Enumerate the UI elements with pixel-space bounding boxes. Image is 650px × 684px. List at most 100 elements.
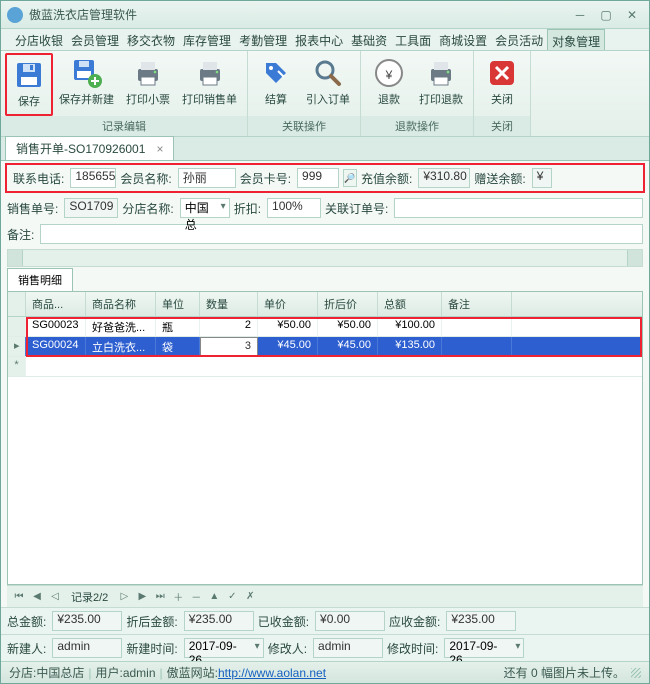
table-row[interactable]: ▸SG00024立白洗衣...袋3¥45.00¥45.00¥135.00	[8, 337, 642, 357]
cell-qty[interactable]: 3	[200, 337, 258, 356]
close-button[interactable]: 关闭	[478, 53, 526, 116]
print-ticket-button[interactable]: 打印小票	[120, 53, 176, 116]
cell-unit[interactable]: 瓶	[156, 317, 200, 336]
grid-column-header[interactable]: 商品...	[26, 292, 86, 316]
printer-icon	[425, 57, 457, 89]
pager-last-button[interactable]: ⏭	[152, 589, 168, 605]
card-input[interactable]: 999	[297, 168, 339, 188]
cell-total[interactable]: ¥100.00	[378, 317, 442, 336]
grid-column-header[interactable]: 商品名称	[86, 292, 156, 316]
save-new-button[interactable]: 保存并新建	[53, 53, 120, 116]
row-selector[interactable]: ▸	[8, 337, 26, 356]
horizontal-scrollbar[interactable]	[7, 249, 643, 267]
menu-item[interactable]: 考勤管理	[235, 29, 291, 50]
menu-item[interactable]: 会员管理	[67, 29, 123, 50]
menu-item[interactable]: 报表中心	[291, 29, 347, 50]
menu-item[interactable]: 基础资	[347, 29, 391, 50]
cell-remark[interactable]	[442, 337, 512, 356]
grid-column-header[interactable]: 数量	[200, 292, 258, 316]
order-label: 销售单号:	[7, 200, 58, 217]
name-input[interactable]: 孙丽	[178, 168, 236, 188]
pager: ⏮ ◀ ◁ 记录2/2 ▷ ▶ ⏭ ＋ － ▲ ✓ ✗	[7, 585, 643, 607]
remark-row: 备注:	[1, 221, 649, 247]
grid-column-header[interactable]: 单价	[258, 292, 318, 316]
detail-tab[interactable]: 销售明细	[7, 268, 73, 291]
close-window-button[interactable]: ✕	[621, 6, 643, 24]
row-selector[interactable]: *	[8, 357, 26, 376]
discount-input[interactable]: 100%	[267, 198, 321, 218]
pager-next-page-button[interactable]: ▷	[116, 589, 132, 605]
menu-item[interactable]: 工具面	[391, 29, 435, 50]
menu-item[interactable]: 对象管理	[547, 29, 605, 50]
cell-total[interactable]: ¥135.00	[378, 337, 442, 356]
phone-input[interactable]: 185655	[70, 168, 116, 188]
cell-price[interactable]: ¥45.00	[258, 337, 318, 356]
ribbon-group-label: 关联操作	[248, 116, 360, 136]
settle-button[interactable]: 结算	[252, 53, 300, 116]
doc-tab-close-icon[interactable]: ×	[156, 142, 163, 156]
save-button[interactable]: 保存	[5, 53, 53, 116]
menu-item[interactable]: 库存管理	[179, 29, 235, 50]
cell-code[interactable]: SG00023	[26, 317, 86, 336]
refund-button[interactable]: ¥退款	[365, 53, 413, 116]
remark-label: 备注:	[7, 226, 34, 243]
ribbon-group-label: 记录编辑	[1, 116, 247, 136]
pager-edit-button[interactable]: ▲	[206, 589, 222, 605]
branch-select[interactable]: 中国总	[180, 198, 230, 218]
minimize-button[interactable]: ─	[569, 6, 591, 24]
print-refund-button[interactable]: 打印退款	[413, 53, 469, 116]
mtime-label: 修改时间:	[387, 640, 438, 657]
menubar: 分店收银会员管理移交衣物库存管理考勤管理报表中心基础资工具面商城设置会员活动对象…	[1, 29, 649, 51]
pager-cancel-button[interactable]: ✗	[242, 589, 258, 605]
grid-column-header[interactable]: 单位	[156, 292, 200, 316]
grid-column-header[interactable]: 总额	[378, 292, 442, 316]
ribbon-button-label: 保存	[18, 93, 40, 109]
member-row: 联系电话: 185655 会员名称: 孙丽 会员卡号: 999 🔎 充值余额: …	[5, 163, 645, 193]
cell-unit[interactable]: 袋	[156, 337, 200, 356]
mtime-value[interactable]: 2017-09-26	[444, 638, 524, 658]
pager-prev-button[interactable]: ◀	[29, 589, 45, 605]
grid-column-header[interactable]: 备注	[442, 292, 512, 316]
cell-remark[interactable]	[442, 317, 512, 336]
cell-qty[interactable]: 2	[200, 317, 258, 336]
cell-price[interactable]: ¥50.00	[258, 317, 318, 336]
resize-grip-icon[interactable]	[631, 668, 641, 678]
doc-tab[interactable]: 销售开单-SO170926001 ×	[5, 136, 174, 160]
pager-text: 记录2/2	[71, 589, 108, 605]
grid-selector-header	[8, 292, 26, 316]
pager-prev-page-button[interactable]: ◁	[47, 589, 63, 605]
pager-next-button[interactable]: ▶	[134, 589, 150, 605]
cell-code[interactable]: SG00024	[26, 337, 86, 356]
ribbon: 保存保存并新建打印小票打印销售单记录编辑结算引入订单关联操作¥退款打印退款退款操…	[1, 51, 649, 137]
menu-item[interactable]: 会员活动	[491, 29, 547, 50]
cell-after[interactable]: ¥50.00	[318, 317, 378, 336]
menu-item[interactable]: 商城设置	[435, 29, 491, 50]
cell-name[interactable]: 立白洗衣...	[86, 337, 156, 356]
cell-after[interactable]: ¥45.00	[318, 337, 378, 356]
maximize-button[interactable]: ▢	[595, 6, 617, 24]
order-row: 销售单号: SO1709 分店名称: 中国总 折扣: 100% 关联订单号:	[1, 195, 649, 221]
table-row[interactable]: SG00023好爸爸洗...瓶2¥50.00¥50.00¥100.00	[8, 317, 642, 337]
due-label: 应收金额:	[389, 613, 440, 630]
table-row-new[interactable]: *	[8, 357, 642, 377]
grid-column-header[interactable]: 折后价	[318, 292, 378, 316]
menu-item[interactable]: 移交衣物	[123, 29, 179, 50]
related-order-input[interactable]	[394, 198, 643, 218]
pager-confirm-button[interactable]: ✓	[224, 589, 240, 605]
recharge-label: 充值余额:	[361, 170, 412, 187]
card-lookup-icon[interactable]: 🔎	[343, 169, 357, 187]
status-site-link[interactable]: http://www.aolan.net	[218, 666, 326, 680]
menu-item[interactable]: 分店收银	[11, 29, 67, 50]
name-label: 会员名称:	[120, 170, 171, 187]
pager-remove-button[interactable]: －	[188, 589, 204, 605]
ribbon-button-label: 引入订单	[306, 91, 350, 107]
printer-icon	[132, 57, 164, 89]
row-selector[interactable]	[8, 317, 26, 336]
pager-first-button[interactable]: ⏮	[11, 589, 27, 605]
import-order-button[interactable]: 引入订单	[300, 53, 356, 116]
print-sales-button[interactable]: 打印销售单	[176, 53, 243, 116]
ctime-value[interactable]: 2017-09-26	[184, 638, 264, 658]
cell-name[interactable]: 好爸爸洗...	[86, 317, 156, 336]
remark-input[interactable]	[40, 224, 643, 244]
pager-add-button[interactable]: ＋	[170, 589, 186, 605]
